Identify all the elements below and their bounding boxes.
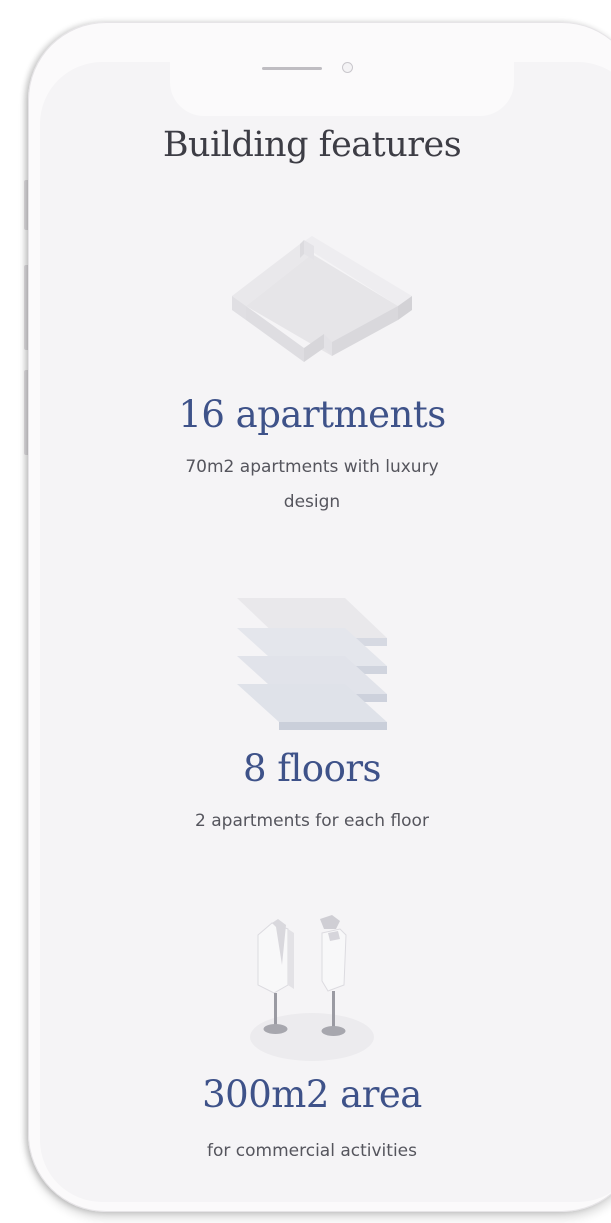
mannequins-icon [250,915,374,1061]
building-blocks-icon [232,236,412,362]
feature-title: 300m2 area [202,1073,422,1116]
speaker-grille [262,67,322,70]
feature-description: 2 apartments for each floor [195,811,429,831]
feature-description: for commercial activities [207,1141,417,1161]
stacked-floors-icon [237,598,387,730]
feature-title: 8 floors [242,747,382,790]
front-camera [342,62,353,73]
feature-description: 70m2 apartments with luxury design [185,457,439,512]
feature-title: 16 apartments [178,393,446,436]
page-title: Building features [162,125,462,165]
